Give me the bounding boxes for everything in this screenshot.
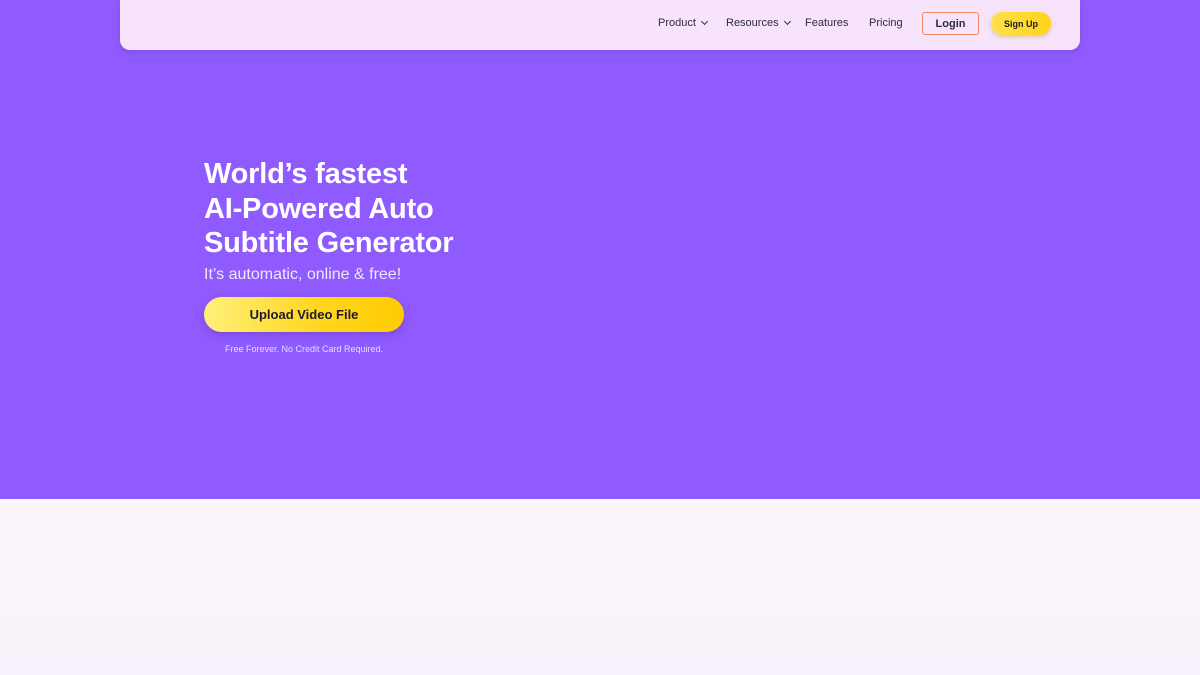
login-button[interactable]: Login	[922, 12, 979, 35]
signup-button[interactable]: Sign Up	[991, 12, 1051, 35]
nav-pricing-label: Pricing	[869, 17, 903, 29]
hero-section	[0, 0, 1200, 499]
hero-title-line: AI-Powered Auto	[204, 192, 434, 225]
content-section	[0, 499, 1200, 675]
hero-subtitle: It’s automatic, online & free!	[204, 266, 402, 283]
nav-features[interactable]: Features	[805, 17, 848, 29]
top-navbar: Product Resources Features Pricing Login…	[120, 0, 1080, 50]
chevron-down-icon	[783, 17, 791, 26]
hero-title-line: Subtitle Generator	[204, 227, 454, 259]
nav-product[interactable]: Product	[658, 17, 708, 29]
nav-resources-label: Resources	[726, 17, 779, 29]
nav-features-label: Features	[805, 17, 849, 29]
free-note: Free Forever. No Credit Card Required.	[224, 344, 384, 354]
upload-video-button[interactable]: Upload Video File	[204, 297, 404, 332]
nav-pricing[interactable]: Pricing	[869, 17, 903, 29]
chevron-down-icon	[700, 17, 708, 26]
hero-title-line: World’s fastest	[204, 158, 408, 190]
nav-resources[interactable]: Resources	[726, 17, 791, 29]
nav-product-label: Product	[658, 17, 696, 29]
hero-title: World’s fastest AI-Powered Auto Subtitle…	[204, 157, 534, 261]
